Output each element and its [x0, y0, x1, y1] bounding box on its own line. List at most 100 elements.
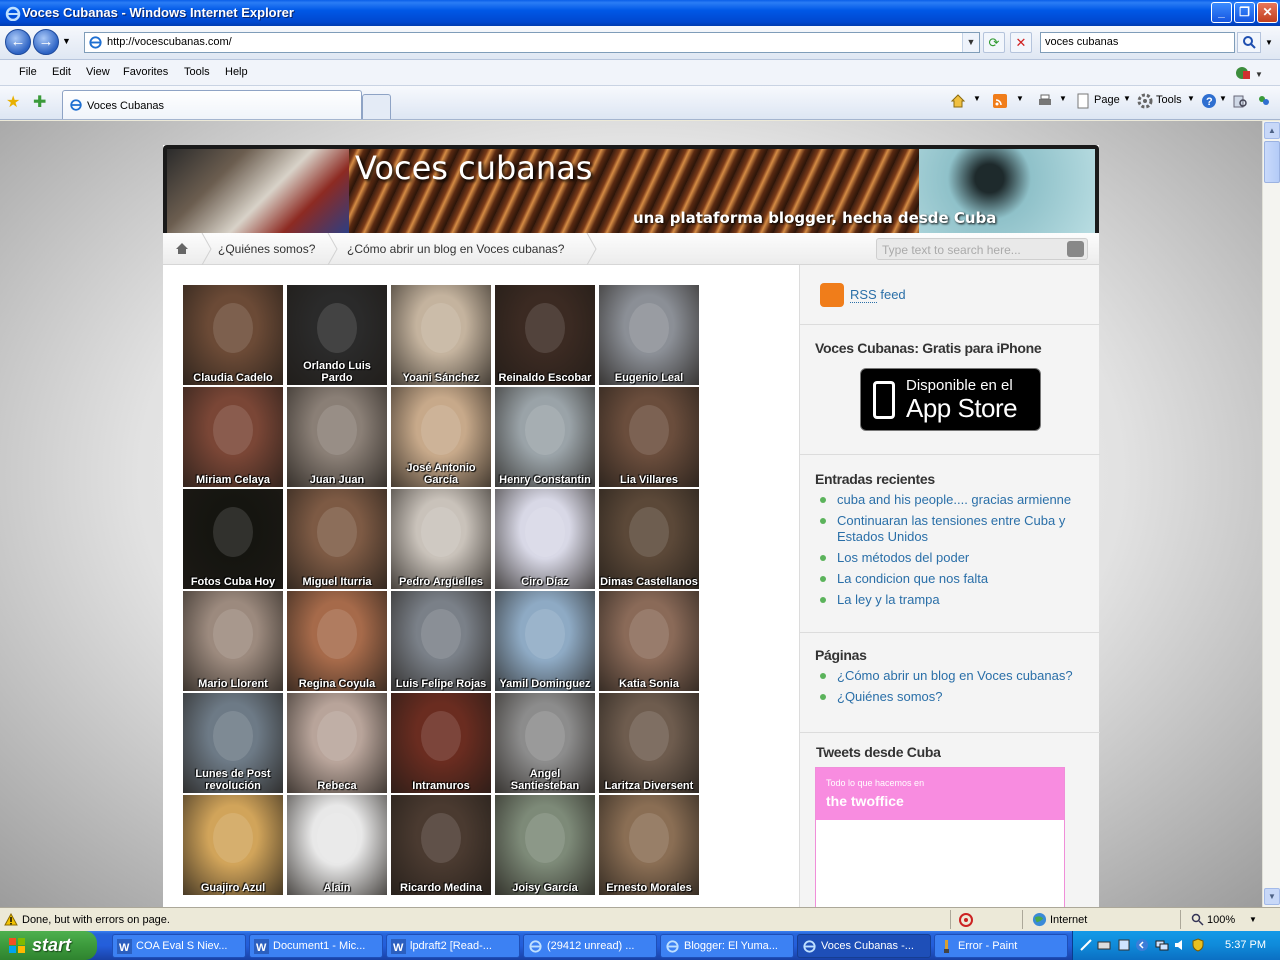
- add-favorite-icon[interactable]: ✚: [33, 92, 46, 112]
- security-icon[interactable]: [958, 912, 974, 928]
- page-link[interactable]: ¿Cómo abrir un blog en Voces cubanas?: [820, 668, 1088, 684]
- taskbar-item-word-document1[interactable]: W Document1 - Mic...: [249, 934, 383, 958]
- home-dropdown-icon[interactable]: ▼: [973, 94, 981, 103]
- blogger-tile[interactable]: Claudia Cadelo: [183, 285, 283, 385]
- blogger-tile[interactable]: Juan Juan: [287, 387, 387, 487]
- address-bar[interactable]: http://vocescubanas.com/ ▼: [84, 32, 980, 53]
- tablet-icon[interactable]: [1117, 938, 1131, 952]
- zoom-level[interactable]: 100%: [1207, 914, 1235, 926]
- blogger-tile[interactable]: Luis Felipe Rojas: [391, 591, 491, 691]
- pen-icon[interactable]: [1079, 938, 1093, 952]
- forward-button[interactable]: →: [33, 29, 59, 55]
- menu-file[interactable]: File: [19, 66, 37, 78]
- scroll-thumb[interactable]: [1264, 141, 1280, 183]
- taskbar-item-paint[interactable]: Error - Paint: [934, 934, 1068, 958]
- blogger-tile[interactable]: Yamil Dominguez: [495, 591, 595, 691]
- rss-icon[interactable]: [820, 283, 844, 307]
- recent-post-link[interactable]: cuba and his people.... gracias armienne: [820, 492, 1088, 508]
- print-dropdown-icon[interactable]: ▼: [1059, 94, 1067, 103]
- blogger-tile[interactable]: Miguel Iturria: [287, 489, 387, 589]
- keyboard-icon[interactable]: [1097, 938, 1111, 952]
- page-dropdown-icon[interactable]: ▼: [1123, 94, 1131, 103]
- tray-expand-icon[interactable]: [1135, 938, 1149, 952]
- translate-icon[interactable]: ▼: [1233, 64, 1263, 82]
- volume-icon[interactable]: [1173, 938, 1187, 952]
- messenger-icon[interactable]: [1256, 93, 1272, 109]
- site-search-icon[interactable]: [1067, 241, 1084, 257]
- recent-post-link[interactable]: Los métodos del poder: [820, 550, 1088, 566]
- menu-help[interactable]: Help: [225, 66, 248, 78]
- search-input[interactable]: voces cubanas: [1040, 32, 1235, 53]
- print-icon[interactable]: [1037, 93, 1053, 109]
- research-icon[interactable]: [1232, 93, 1248, 109]
- menu-view[interactable]: View: [86, 66, 110, 78]
- blogger-tile[interactable]: Ricardo Medina: [391, 795, 491, 895]
- tab-voces-cubanas[interactable]: Voces Cubanas: [62, 90, 362, 119]
- page-menu-button[interactable]: Page: [1094, 94, 1120, 106]
- new-tab-button[interactable]: [362, 94, 391, 119]
- blogger-tile[interactable]: Mario Llorent: [183, 591, 283, 691]
- search-options-icon[interactable]: ▼: [1265, 38, 1273, 47]
- menu-favorites[interactable]: Favorites: [123, 66, 168, 78]
- stop-button[interactable]: ✕: [1010, 32, 1032, 53]
- address-dropdown-icon[interactable]: ▼: [962, 33, 979, 52]
- warning-icon[interactable]: [4, 913, 18, 926]
- nav-quienes-somos[interactable]: ¿Quiénes somos?: [218, 242, 315, 256]
- recent-post-link[interactable]: La condicion que nos falta: [820, 571, 1088, 587]
- tools-menu-button[interactable]: Tools: [1156, 94, 1182, 106]
- blogger-tile[interactable]: José Antonio García: [391, 387, 491, 487]
- site-search-input[interactable]: Type text to search here...: [876, 238, 1088, 260]
- blogger-tile[interactable]: Intramuros: [391, 693, 491, 793]
- close-window-button[interactable]: ✕: [1257, 2, 1278, 23]
- blogger-tile[interactable]: Miriam Celaya: [183, 387, 283, 487]
- nav-como-abrir-blog[interactable]: ¿Cómo abrir un blog en Voces cubanas?: [347, 242, 564, 256]
- recent-post-link[interactable]: Continuaran las tensiones entre Cuba y E…: [820, 513, 1088, 545]
- refresh-button[interactable]: ⟳: [983, 32, 1005, 53]
- blogger-tile[interactable]: Joisy García: [495, 795, 595, 895]
- blogger-tile[interactable]: Dimas Castellanos: [599, 489, 699, 589]
- back-button[interactable]: ←: [5, 29, 31, 55]
- blogger-tile[interactable]: Guajiro Azul: [183, 795, 283, 895]
- menu-edit[interactable]: Edit: [52, 66, 71, 78]
- taskbar-item-word-lpdraft[interactable]: W lpdraft2 [Read-...: [386, 934, 520, 958]
- zoom-dropdown-icon[interactable]: ▼: [1249, 915, 1257, 924]
- history-dropdown-icon[interactable]: ▼: [62, 36, 71, 46]
- feeds-dropdown-icon[interactable]: ▼: [1016, 94, 1024, 103]
- page-link[interactable]: ¿Quiénes somos?: [820, 689, 1088, 705]
- blogger-tile[interactable]: Rebeca: [287, 693, 387, 793]
- blogger-tile[interactable]: Henry Constantin: [495, 387, 595, 487]
- blogger-tile[interactable]: Lunes de Post revolución: [183, 693, 283, 793]
- app-store-badge[interactable]: Disponible en el App Store: [860, 368, 1041, 431]
- site-title[interactable]: Voces cubanas: [355, 149, 592, 187]
- minimize-button[interactable]: _: [1211, 2, 1232, 23]
- blogger-tile[interactable]: Eugenio Leal: [599, 285, 699, 385]
- taskbar-item-ie-blogger[interactable]: Blogger: El Yuma...: [660, 934, 794, 958]
- help-dropdown-icon[interactable]: ▼: [1219, 94, 1227, 103]
- blogger-tile[interactable]: Ernesto Morales: [599, 795, 699, 895]
- vertical-scrollbar[interactable]: ▲ ▼: [1262, 121, 1280, 907]
- blogger-tile[interactable]: Laritza Diversent: [599, 693, 699, 793]
- recent-post-link[interactable]: La ley y la trampa: [820, 592, 1088, 608]
- favorites-star-icon[interactable]: ★: [6, 92, 20, 112]
- home-icon[interactable]: [950, 93, 966, 109]
- blogger-tile[interactable]: Reinaldo Escobar: [495, 285, 595, 385]
- menu-tools[interactable]: Tools: [184, 66, 210, 78]
- blogger-tile[interactable]: Alain: [287, 795, 387, 895]
- help-icon[interactable]: ?: [1201, 93, 1217, 109]
- search-button[interactable]: [1237, 32, 1261, 53]
- start-button[interactable]: start: [0, 931, 97, 960]
- tweets-big-text[interactable]: the twoffice: [826, 793, 904, 809]
- taskbar-item-ie-mail[interactable]: (29412 unread) ...: [523, 934, 657, 958]
- rss-feed-link[interactable]: RSS feed: [850, 287, 906, 303]
- blogger-tile[interactable]: Pedro Argüelles: [391, 489, 491, 589]
- blogger-tile[interactable]: Ciro Díaz: [495, 489, 595, 589]
- network-icon[interactable]: [1155, 938, 1169, 952]
- taskbar-item-word-coa[interactable]: W COA Eval S Niev...: [112, 934, 246, 958]
- blogger-tile[interactable]: Regina Coyula: [287, 591, 387, 691]
- blogger-tile[interactable]: Lia Villares: [599, 387, 699, 487]
- taskbar-item-ie-voces-cubanas[interactable]: Voces Cubanas -...: [797, 934, 931, 958]
- blogger-tile[interactable]: Yoani Sánchez: [391, 285, 491, 385]
- blogger-tile[interactable]: Fotos Cuba Hoy: [183, 489, 283, 589]
- feeds-icon[interactable]: [992, 93, 1008, 109]
- shield-icon[interactable]: [1191, 938, 1205, 952]
